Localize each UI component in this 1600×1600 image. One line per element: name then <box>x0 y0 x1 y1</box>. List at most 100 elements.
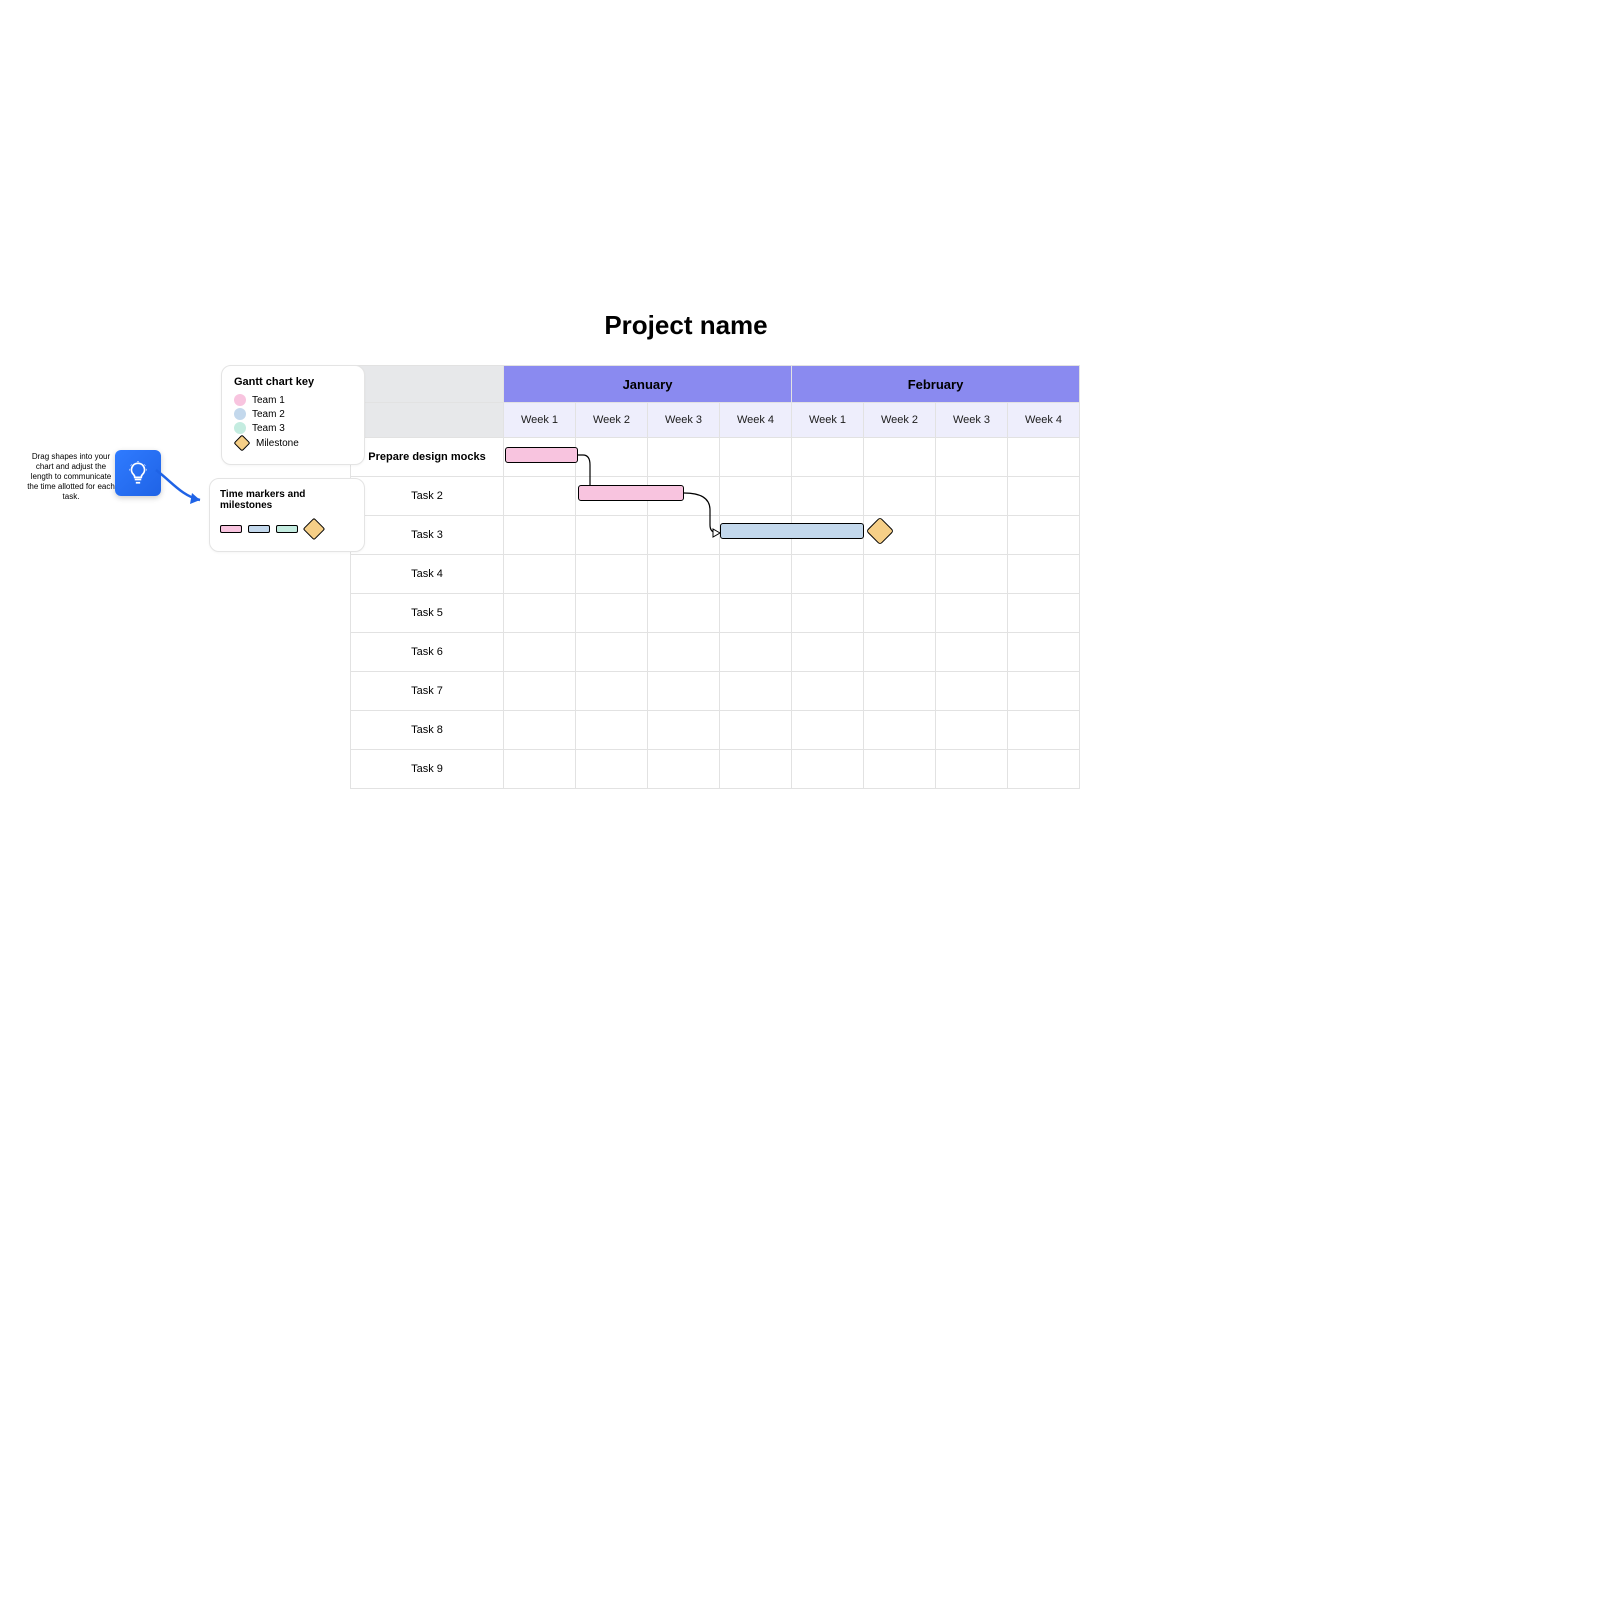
gantt-cell[interactable] <box>792 477 864 516</box>
month-header-february[interactable]: February <box>792 366 1080 403</box>
hint-sticky-note[interactable] <box>115 450 161 496</box>
week-header-4[interactable]: Week 4 <box>720 403 792 438</box>
legend-item-team2: Team 2 <box>234 408 352 420</box>
task-label-3[interactable]: Task 3 <box>351 516 504 555</box>
gantt-cell[interactable] <box>1008 750 1080 789</box>
week-header-8[interactable]: Week 4 <box>1008 403 1080 438</box>
week-header-5[interactable]: Week 1 <box>792 403 864 438</box>
gantt-cell[interactable] <box>720 477 792 516</box>
gantt-cell[interactable] <box>576 438 648 477</box>
gantt-cell[interactable] <box>792 711 864 750</box>
gantt-cell[interactable] <box>936 438 1008 477</box>
gantt-cell[interactable] <box>504 477 576 516</box>
gantt-cell[interactable] <box>720 438 792 477</box>
week-header-2[interactable]: Week 2 <box>576 403 648 438</box>
week-header-7[interactable]: Week 3 <box>936 403 1008 438</box>
task-label-7[interactable]: Task 7 <box>351 672 504 711</box>
gantt-cell[interactable] <box>792 438 864 477</box>
gantt-cell[interactable] <box>576 672 648 711</box>
gantt-cell[interactable] <box>576 711 648 750</box>
gantt-cell[interactable] <box>864 438 936 477</box>
gantt-cell[interactable] <box>648 516 720 555</box>
gantt-cell[interactable] <box>1008 633 1080 672</box>
task-label-8[interactable]: Task 8 <box>351 711 504 750</box>
gantt-cell[interactable] <box>504 750 576 789</box>
gantt-cell[interactable] <box>504 594 576 633</box>
gantt-cell[interactable] <box>648 633 720 672</box>
task-label-9[interactable]: Task 9 <box>351 750 504 789</box>
gantt-cell[interactable] <box>648 555 720 594</box>
gantt-cell[interactable] <box>648 438 720 477</box>
palette-milestone[interactable] <box>303 518 326 541</box>
gantt-cell[interactable] <box>576 750 648 789</box>
palette-bar-team2[interactable] <box>248 525 270 533</box>
gantt-cell[interactable] <box>864 750 936 789</box>
gantt-cell[interactable] <box>936 555 1008 594</box>
task-label-2[interactable]: Task 2 <box>351 477 504 516</box>
palette-bar-team1[interactable] <box>220 525 242 533</box>
gantt-cell[interactable] <box>936 477 1008 516</box>
gantt-cell[interactable] <box>864 477 936 516</box>
task-bar-2[interactable] <box>578 485 684 501</box>
gantt-cell[interactable] <box>792 594 864 633</box>
gantt-cell[interactable] <box>936 516 1008 555</box>
project-title[interactable]: Project name <box>506 312 866 339</box>
gantt-cell[interactable] <box>792 672 864 711</box>
gantt-cell[interactable] <box>504 555 576 594</box>
palette-bar-team3[interactable] <box>276 525 298 533</box>
gantt-cell[interactable] <box>792 633 864 672</box>
gantt-cell[interactable] <box>864 594 936 633</box>
task-label-5[interactable]: Task 5 <box>351 594 504 633</box>
gantt-cell[interactable] <box>1008 594 1080 633</box>
task-label-4[interactable]: Task 4 <box>351 555 504 594</box>
legend-item-team1: Team 1 <box>234 394 352 406</box>
task-bar-3[interactable] <box>720 523 864 539</box>
legend-title: Gantt chart key <box>234 376 352 388</box>
shape-palette-panel[interactable]: Time markers and milestones <box>209 478 365 552</box>
gantt-cell[interactable] <box>1008 516 1080 555</box>
task-bar-1[interactable] <box>505 447 578 463</box>
gantt-cell[interactable] <box>1008 477 1080 516</box>
gantt-cell[interactable] <box>720 711 792 750</box>
gantt-cell[interactable] <box>1008 711 1080 750</box>
gantt-cell[interactable] <box>936 594 1008 633</box>
gantt-cell[interactable] <box>1008 672 1080 711</box>
gantt-cell[interactable] <box>792 555 864 594</box>
gantt-cell[interactable] <box>864 633 936 672</box>
week-header-6[interactable]: Week 2 <box>864 403 936 438</box>
gantt-cell[interactable] <box>576 555 648 594</box>
gantt-cell[interactable] <box>648 750 720 789</box>
gantt-cell[interactable] <box>936 672 1008 711</box>
gantt-cell[interactable] <box>504 711 576 750</box>
gantt-cell[interactable] <box>720 594 792 633</box>
gantt-cell[interactable] <box>936 750 1008 789</box>
gantt-cell[interactable] <box>792 750 864 789</box>
gantt-cell[interactable] <box>864 555 936 594</box>
gantt-cell[interactable] <box>576 594 648 633</box>
gantt-cell[interactable] <box>720 555 792 594</box>
gantt-cell[interactable] <box>864 672 936 711</box>
gantt-cell[interactable] <box>504 672 576 711</box>
gantt-cell[interactable] <box>720 633 792 672</box>
gantt-cell[interactable] <box>864 711 936 750</box>
task-label-6[interactable]: Task 6 <box>351 633 504 672</box>
gantt-cell[interactable] <box>576 633 648 672</box>
gantt-cell[interactable] <box>648 672 720 711</box>
gantt-cell[interactable] <box>936 711 1008 750</box>
gantt-cell[interactable] <box>576 516 648 555</box>
gantt-cell[interactable] <box>720 672 792 711</box>
gantt-cell[interactable] <box>504 633 576 672</box>
gantt-cell[interactable] <box>720 750 792 789</box>
swatch-milestone-icon <box>234 435 251 452</box>
legend-panel[interactable]: Gantt chart key Team 1 Team 2 Team 3 Mil… <box>221 365 365 465</box>
week-header-1[interactable]: Week 1 <box>504 403 576 438</box>
gantt-cell[interactable] <box>648 594 720 633</box>
gantt-cell[interactable] <box>648 711 720 750</box>
task-label-1[interactable]: Prepare design mocks <box>351 438 504 477</box>
gantt-cell[interactable] <box>936 633 1008 672</box>
month-header-january[interactable]: January <box>504 366 792 403</box>
gantt-cell[interactable] <box>504 516 576 555</box>
gantt-cell[interactable] <box>1008 555 1080 594</box>
week-header-3[interactable]: Week 3 <box>648 403 720 438</box>
gantt-cell[interactable] <box>1008 438 1080 477</box>
